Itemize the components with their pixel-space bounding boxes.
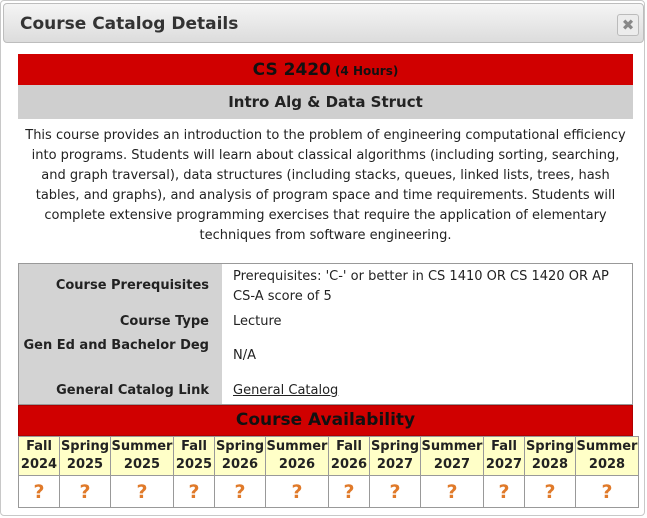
term-status-unknown: ? [328,475,370,508]
term-status-row: ???????????? [18,475,639,508]
course-code: CS 2420 [252,60,331,80]
dialog-titlebar: Course Catalog Details ✖ [3,3,644,43]
term-year: 2025 [66,457,104,472]
term-season: Spring [525,439,575,454]
catalog-link-label: General Catalog Link [56,383,209,398]
term-year: 2028 [531,457,569,472]
term-season: Summer [421,439,483,454]
dialog-title: Course Catalog Details [20,14,239,34]
term-season: Summer [576,439,638,454]
term-year: 2026 [221,457,259,472]
course-catalog-dialog: Course Catalog Details ✖ CS 2420 (4 Hours… [0,0,645,516]
term-header: Spring 2026 [214,436,266,476]
term-status-unknown: ? [110,475,174,508]
course-type-label: Course Type [119,314,209,329]
course-title: Intro Alg & Data Struct [18,85,633,119]
course-description: This course provides an introduction to … [25,128,626,243]
term-season: Fall [336,439,362,454]
term-year: 2027 [376,457,414,472]
term-header: Fall 2025 [173,436,215,476]
term-year: 2028 [588,457,626,472]
term-year: 2027 [485,457,523,472]
term-header-row: Fall 2024 Spring 2025 Summer 2025 Fall 2025 Spri… [18,436,639,476]
term-year: 2025 [175,457,213,472]
term-header: Fall 2024 [18,436,60,476]
gened-label: Gen Ed and Bachelor Deg [23,338,209,353]
term-season: Fall [181,439,207,454]
gened-value: N/A [233,348,256,363]
term-season: Spring [370,439,420,454]
term-year: 2025 [123,457,161,472]
term-header: Fall 2026 [328,436,370,476]
term-header: Summer 2025 [110,436,174,476]
term-season: Spring [215,439,265,454]
term-season: Fall [491,439,517,454]
course-info-table: Course Prerequisites Prerequisites: 'C-'… [18,263,633,405]
term-year: 2026 [330,457,368,472]
term-header: Spring 2025 [59,436,111,476]
term-status-unknown: ? [265,475,329,508]
term-status-unknown: ? [369,475,421,508]
term-year: 2027 [433,457,471,472]
term-status-unknown: ? [483,475,525,508]
term-status-unknown: ? [420,475,484,508]
course-header: CS 2420 (4 Hours) [18,54,633,85]
close-icon: ✖ [621,16,635,34]
term-season: Spring [60,439,110,454]
term-status-unknown: ? [214,475,266,508]
term-year: 2026 [278,457,316,472]
close-button[interactable]: ✖ [617,14,639,36]
prereq-value: Prerequisites: 'C-' or better in CS 1410… [233,269,609,304]
course-type-value: Lecture [233,314,282,329]
availability-table: Fall 2024 Spring 2025 Summer 2025 Fall 2025 Spri… [18,436,639,508]
term-header: Summer 2028 [575,436,639,476]
term-season: Fall [26,439,52,454]
term-status-unknown: ? [575,475,639,508]
term-header: Fall 2027 [483,436,525,476]
term-header: Spring 2028 [524,436,576,476]
term-header: Spring 2027 [369,436,421,476]
term-header: Summer 2026 [265,436,329,476]
course-hours: (4 Hours) [334,64,399,78]
general-catalog-link[interactable]: General Catalog [233,383,338,398]
term-status-unknown: ? [173,475,215,508]
term-status-unknown: ? [59,475,111,508]
term-year: 2024 [20,457,58,472]
term-season: Summer [266,439,328,454]
prereq-label: Course Prerequisites [55,278,209,293]
term-status-unknown: ? [524,475,576,508]
availability-header: Course Availability [18,405,633,436]
term-status-unknown: ? [18,475,60,508]
term-header: Summer 2027 [420,436,484,476]
term-season: Summer [111,439,173,454]
